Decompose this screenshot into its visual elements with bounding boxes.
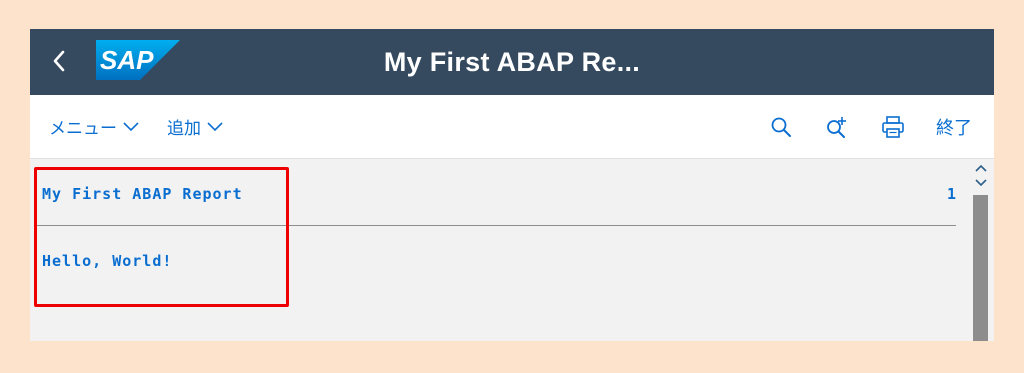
search-icon <box>771 117 791 137</box>
menu-button-label: メニュー <box>49 119 117 138</box>
back-button[interactable] <box>44 46 74 76</box>
search-plus-icon <box>827 117 846 138</box>
print-button[interactable] <box>880 114 906 140</box>
exit-button[interactable]: 終了 <box>936 95 972 158</box>
chevron-down-icon <box>207 121 223 131</box>
scroll-thumb[interactable] <box>973 195 988 341</box>
report-output-area: My First ABAP Report 1 Hello, World! <box>30 159 994 341</box>
scroll-up-button[interactable] <box>973 161 989 175</box>
highlight-box <box>34 167 289 307</box>
print-icon <box>882 116 904 138</box>
search-next-button[interactable] <box>824 114 850 140</box>
sap-gui-window: SAP My First ABAP Re... メニュー 追加 終了 My Fi… <box>30 29 994 341</box>
vertical-scrollbar[interactable] <box>968 159 994 341</box>
chevron-down-icon <box>975 179 987 187</box>
menu-button[interactable]: メニュー <box>49 95 139 158</box>
search-button[interactable] <box>768 114 794 140</box>
chevron-up-icon <box>975 164 987 172</box>
add-button[interactable]: 追加 <box>167 95 223 158</box>
chevron-down-icon <box>123 121 139 131</box>
sap-logo: SAP <box>96 40 180 80</box>
add-button-label: 追加 <box>167 119 201 138</box>
scroll-down-button[interactable] <box>973 176 989 190</box>
chevron-left-icon <box>53 50 65 72</box>
application-toolbar: メニュー 追加 終了 <box>30 95 994 159</box>
page-number: 1 <box>947 185 958 203</box>
sap-logo-text: SAP <box>100 45 154 75</box>
shell-bar: SAP My First ABAP Re... <box>30 29 994 95</box>
